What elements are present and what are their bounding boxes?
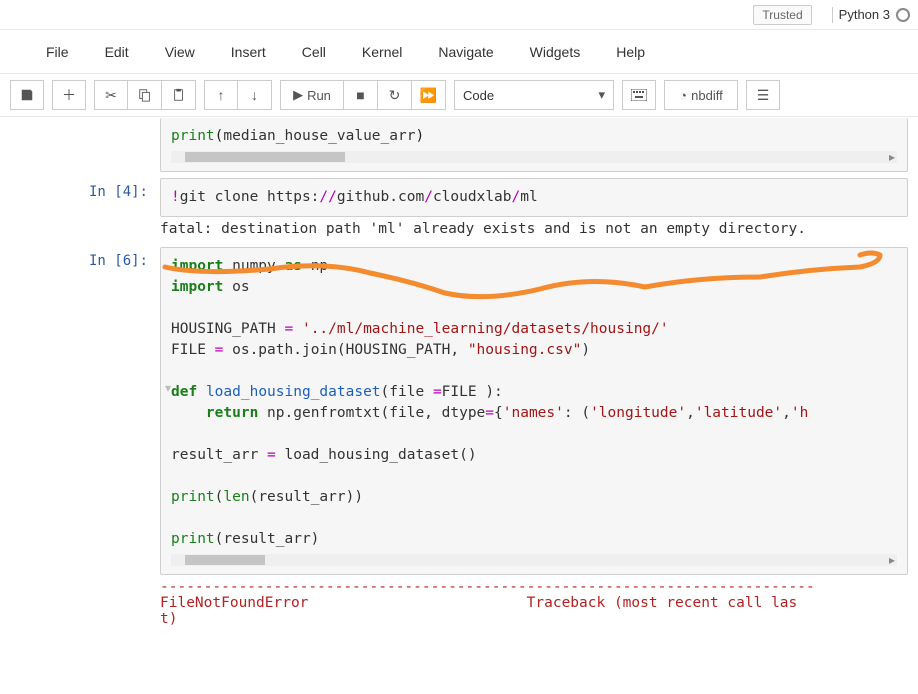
keyboard-button[interactable]	[622, 80, 656, 110]
code-cell[interactable]: print(median_house_value_arr) ▸	[0, 118, 908, 172]
code-content: import numpy as np import os HOUSING_PAT…	[171, 256, 897, 550]
arrow-up-icon: ↑	[218, 87, 225, 103]
kernel-name: Python 3	[839, 7, 890, 22]
horizontal-scrollbar[interactable]: ▸	[171, 554, 897, 566]
trusted-badge[interactable]: Trusted	[753, 5, 811, 25]
cell-output: fatal: destination path 'ml' already exi…	[160, 217, 908, 241]
list-button[interactable]: ☰	[746, 80, 780, 110]
code-content: print(median_house_value_arr)	[171, 126, 897, 147]
fast-forward-icon: ⏩	[420, 87, 437, 104]
stop-button[interactable]: ■	[344, 80, 378, 110]
move-down-button[interactable]: ↓	[238, 80, 272, 110]
run-button[interactable]: ▶ Run	[280, 80, 344, 110]
menu-cell[interactable]: Cell	[284, 40, 344, 64]
copy-button[interactable]	[128, 80, 162, 110]
nbdiff-button[interactable]: ◔ nbdiff	[664, 80, 738, 110]
menu-insert[interactable]: Insert	[213, 40, 284, 64]
cut-icon: ✂	[105, 87, 117, 104]
celltype-value: Code	[463, 88, 494, 103]
separator	[832, 7, 833, 23]
nbdiff-icon: ◔	[679, 88, 687, 103]
code-input[interactable]: !git clone https://github.com/cloudxlab/…	[160, 178, 908, 217]
restart-icon: ↻	[389, 87, 401, 104]
input-prompt: In [4]:	[0, 178, 160, 241]
kernel-indicator[interactable]: Python 3	[832, 7, 910, 23]
menu-bar: File Edit View Insert Cell Kernel Naviga…	[0, 30, 918, 74]
fold-gutter-icon[interactable]: ▾	[165, 381, 171, 395]
paste-button[interactable]	[162, 80, 196, 110]
menu-navigate[interactable]: Navigate	[420, 40, 511, 64]
add-cell-button[interactable]: ＋	[52, 80, 86, 110]
menu-view[interactable]: View	[147, 40, 213, 64]
menu-help[interactable]: Help	[598, 40, 663, 64]
run-label: Run	[307, 88, 331, 103]
restart-button[interactable]: ↻	[378, 80, 412, 110]
cut-button[interactable]: ✂	[94, 80, 128, 110]
code-input[interactable]: ▾ import numpy as np import os HOUSING_P…	[160, 247, 908, 575]
keyboard-icon	[631, 89, 647, 101]
plus-icon: ＋	[62, 85, 76, 105]
error-output: ----------------------------------------…	[160, 575, 908, 631]
toolbar: ＋ ✂ ↑ ↓ ▶ Run ■ ↻ ⏩	[0, 74, 918, 117]
notebook-area[interactable]: print(median_house_value_arr) ▸ In [4]: …	[0, 112, 908, 694]
arrow-down-icon: ↓	[251, 87, 258, 103]
menu-widgets[interactable]: Widgets	[512, 40, 599, 64]
celltype-select[interactable]: Code	[454, 80, 614, 110]
code-cell[interactable]: In [4]: !git clone https://github.com/cl…	[0, 178, 908, 241]
code-cell[interactable]: In [6]: ▾ import numpy as np import os H…	[0, 247, 908, 631]
nbdiff-label: nbdiff	[691, 88, 723, 103]
input-prompt: In [6]:	[0, 247, 160, 631]
code-content: !git clone https://github.com/cloudxlab/…	[171, 187, 897, 208]
kernel-status-icon	[896, 8, 910, 22]
code-input[interactable]: print(median_house_value_arr) ▸	[160, 118, 908, 172]
copy-icon	[138, 88, 152, 102]
save-icon	[20, 88, 34, 102]
input-prompt	[0, 118, 160, 172]
run-icon: ▶	[293, 87, 303, 103]
menu-file[interactable]: File	[28, 40, 87, 64]
save-button[interactable]	[10, 80, 44, 110]
menu-kernel[interactable]: Kernel	[344, 40, 420, 64]
paste-icon	[172, 88, 186, 102]
move-up-button[interactable]: ↑	[204, 80, 238, 110]
menu-edit[interactable]: Edit	[87, 40, 147, 64]
list-icon: ☰	[757, 87, 770, 104]
fast-forward-button[interactable]: ⏩	[412, 80, 446, 110]
horizontal-scrollbar[interactable]: ▸	[171, 151, 897, 163]
stop-icon: ■	[356, 87, 364, 103]
